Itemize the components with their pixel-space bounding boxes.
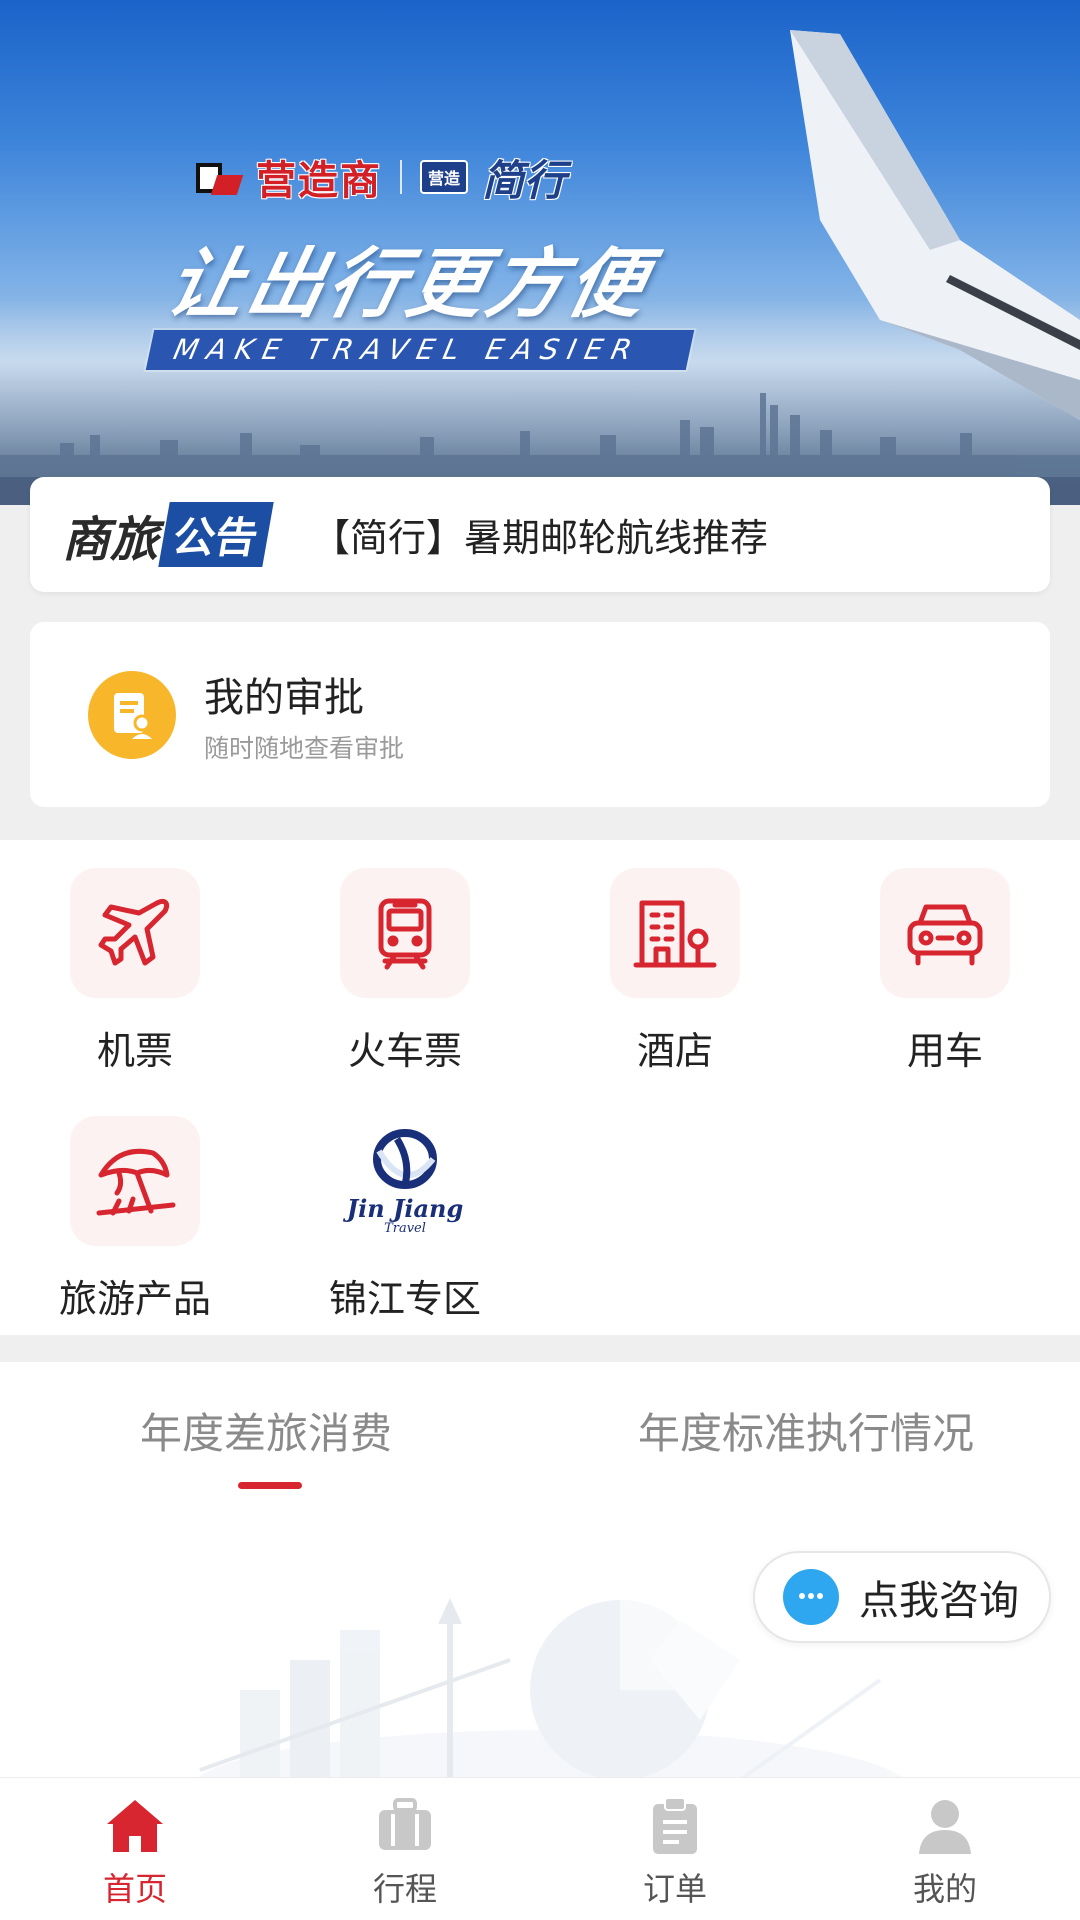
service-flight[interactable]: 机票 — [35, 868, 235, 1075]
nav-label: 我的 — [912, 1870, 977, 1908]
home-icon — [107, 1800, 163, 1852]
user-icon — [919, 1800, 971, 1854]
nav-label: 行程 — [372, 1870, 437, 1908]
approval-subtitle: 随时随地查看审批 — [204, 733, 405, 763]
nav-home[interactable]: 首页 — [0, 1778, 270, 1920]
nav-trips[interactable]: 行程 — [270, 1778, 540, 1920]
service-label: 用车 — [906, 1029, 983, 1073]
bottom-nav: 首页 行程 订单 我的 — [0, 1777, 1080, 1920]
chat-bubble-icon — [783, 1569, 839, 1625]
hero-banner[interactable]: 营造商 营造 简行 让出行更方便 MAKE TRAVEL EASIER — [0, 0, 1080, 505]
car-icon — [880, 868, 1010, 998]
my-approval-card[interactable]: 我的审批 随时随地查看审批 — [30, 622, 1050, 807]
nav-orders[interactable]: 订单 — [540, 1778, 810, 1920]
brand-logo-row: 营造商 营造 简行 — [196, 152, 566, 205]
active-tab-indicator — [238, 1482, 302, 1489]
banner-slogan: 让出行更方便 — [159, 239, 659, 328]
jinjiang-logo-sub: Travel — [384, 1221, 426, 1236]
announcement-tag-part1: 商旅 — [62, 511, 159, 568]
beach-umbrella-icon — [70, 1116, 200, 1246]
brand-name: 营造商 — [256, 158, 382, 204]
service-grid: 机票 火车票 酒店 用车 旅游产品 Jin Jiang Travel 锦江专区 — [0, 840, 1080, 1335]
service-car[interactable]: 用车 — [845, 868, 1045, 1075]
announcement-tag: 商旅 公告 — [62, 500, 274, 570]
announcement-tag-part2: 公告 — [158, 502, 274, 567]
service-label: 机票 — [96, 1029, 173, 1073]
train-icon — [340, 868, 470, 998]
service-train[interactable]: 火车票 — [305, 868, 505, 1075]
tab-annual-travel-spend[interactable]: 年度差旅消费 — [140, 1400, 392, 1461]
nav-label: 首页 — [102, 1870, 167, 1908]
tab-annual-policy-compliance[interactable]: 年度标准执行情况 — [638, 1400, 974, 1461]
service-jinjiang[interactable]: Jin Jiang Travel 锦江专区 — [305, 1116, 505, 1323]
jinjiang-logo-text: Jin Jiang — [346, 1194, 464, 1223]
service-label: 锦江专区 — [328, 1277, 481, 1321]
announcement-bar[interactable]: 商旅 公告 【简行】暑期邮轮航线推荐 — [30, 477, 1050, 592]
logo-divider — [400, 160, 402, 194]
airplane-icon — [70, 868, 200, 998]
clipboard-icon — [653, 1797, 697, 1854]
service-label: 火车票 — [347, 1029, 462, 1073]
service-label: 酒店 — [636, 1029, 713, 1073]
airplane-wing — [790, 30, 1080, 420]
service-hotel[interactable]: 酒店 — [575, 868, 775, 1075]
nav-label: 订单 — [642, 1870, 707, 1908]
consult-button[interactable]: 点我咨询 — [753, 1551, 1051, 1643]
suitcase-icon — [379, 1798, 431, 1850]
brand-mark-icon — [196, 157, 244, 197]
service-travel-products[interactable]: 旅游产品 — [35, 1116, 235, 1323]
hotel-icon — [610, 868, 740, 998]
service-label: 旅游产品 — [58, 1277, 211, 1321]
approval-title: 我的审批 — [204, 674, 364, 721]
brand-sub-name: 简行 — [482, 155, 567, 205]
brand-sub-badge: 营造 — [420, 160, 469, 194]
banner-slogan-en: MAKE TRAVEL EASIER — [145, 330, 695, 370]
nav-mine[interactable]: 我的 — [810, 1778, 1080, 1920]
announcement-text[interactable]: 【简行】暑期邮轮航线推荐 — [312, 507, 768, 562]
consult-label: 点我咨询 — [859, 1578, 1019, 1624]
approval-doc-icon — [88, 670, 176, 759]
